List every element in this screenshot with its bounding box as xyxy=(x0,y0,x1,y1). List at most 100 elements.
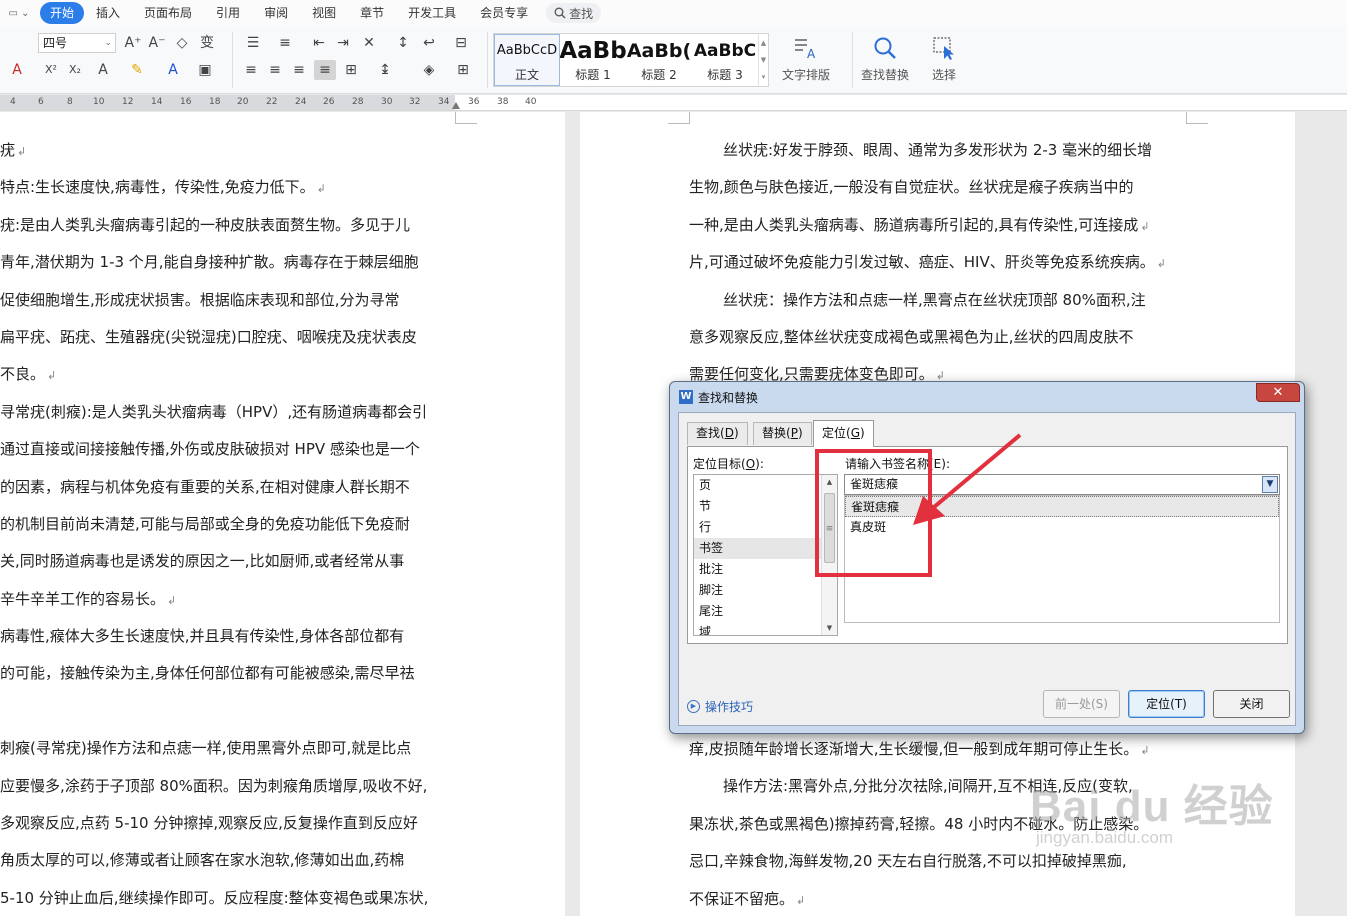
text-line: 应要慢多,涂药于子顶部 80%面积。因为刺瘊角质增厚,吸收不好, xyxy=(0,776,428,795)
tab-review[interactable]: 审阅 xyxy=(252,2,300,24)
strikethrough-icon[interactable]: A xyxy=(6,60,28,80)
style-heading-2[interactable]: AaBb( 标题 2 xyxy=(626,34,692,86)
align-center-icon[interactable]: ≡ xyxy=(264,60,286,80)
style-heading-1[interactable]: AaBb 标题 1 xyxy=(560,34,626,86)
play-circle-icon: ▶ xyxy=(687,700,700,713)
text-line: 丝状疣：操作方法和点痣一样,黑膏点在丝状疣顶部 80%面积,注 xyxy=(723,290,1146,309)
show-marks-icon[interactable]: ↩ xyxy=(418,33,440,53)
text-line: 痒,皮损随年龄增长逐渐增大,生长缓慢,但一般到成年期可停止生长。 ↲ xyxy=(689,740,1150,758)
tips-link[interactable]: ▶ 操作技巧 xyxy=(687,698,753,715)
justify-icon[interactable]: ≡ xyxy=(314,60,336,80)
dialog-titlebar[interactable]: W 查找和替换 ✕ xyxy=(670,382,1304,412)
tab-find[interactable]: 查找(D) xyxy=(687,422,748,445)
distributed-icon[interactable]: ⊞ xyxy=(340,60,362,80)
list-item[interactable]: 尾注 xyxy=(694,601,837,622)
find-replace-button[interactable]: 查找替换 xyxy=(861,34,909,83)
wps-writer-icon: W xyxy=(679,390,693,404)
font-size-select[interactable]: 四号 ⌄ xyxy=(38,33,116,53)
text-line: 丝状疣:好发于脖颈、眼周、通常为多发形状为 2-3 毫米的细长增 xyxy=(723,141,1153,159)
ruler-tick: 38 xyxy=(497,97,509,107)
svg-text:A: A xyxy=(807,47,816,60)
grow-font-icon[interactable]: A⁺ xyxy=(122,33,144,53)
text-line: 的机制目前尚未清楚,可能与局部或全身的免疫功能低下免疫耐 xyxy=(0,514,410,533)
highlight-icon[interactable]: ✎ xyxy=(126,60,148,80)
numbering-icon[interactable]: ≡ xyxy=(274,33,296,53)
list-item[interactable]: 脚注 xyxy=(694,580,837,601)
line-spacing-icon[interactable]: ↨ xyxy=(374,60,396,80)
annotation-arrow-icon xyxy=(913,433,1022,525)
ribbon: 四号 ⌄ A⁺ A⁻ ◇ 变 A X² X₂ A ✎ A ▣ ☰ ≡ ⇤ ⇥ ✕… xyxy=(0,26,1347,94)
decrease-indent-icon[interactable]: ⇤ xyxy=(308,33,330,53)
ruler-tick: 40 xyxy=(525,97,537,107)
text-effect-icon[interactable]: A xyxy=(92,60,114,80)
style-preview: AaBb( xyxy=(626,39,692,62)
tab-page-layout[interactable]: 页面布局 xyxy=(132,2,204,24)
bullets-icon[interactable]: ☰ xyxy=(242,33,264,53)
list-item[interactable]: 域 xyxy=(694,622,837,635)
ruler-tick: 26 xyxy=(323,97,335,107)
scroll-down-icon[interactable]: ▼ xyxy=(822,621,837,635)
ruler-tick: 24 xyxy=(295,97,307,107)
horizontal-ruler[interactable]: 4 6 8 10 12 14 16 18 20 22 24 26 28 30 3… xyxy=(0,95,1347,111)
tab-insert[interactable]: 插入 xyxy=(84,2,132,24)
document-page-left[interactable]: 疣 ↲ 特点:生长速度快,病毒性，传染性,免疫力低下。 ↲ 疣:是由人类乳头瘤病毒引… xyxy=(0,112,565,916)
quick-access-dropdown[interactable]: ▭ ⌄ xyxy=(0,8,38,19)
select-button[interactable]: 选择 xyxy=(929,34,959,83)
chinese-layout-icon[interactable]: ✕ xyxy=(358,33,380,53)
ruler-tick: 30 xyxy=(381,97,393,107)
menu-search-label: 查找 xyxy=(569,6,594,21)
chevron-down-icon: ⌄ xyxy=(104,38,112,48)
text-line: 片,可通过破坏免疫能力引发过敏、癌症、HIV、肝炎等免疫系统疾病。 ↲ xyxy=(689,253,1166,272)
tab-developer[interactable]: 开发工具 xyxy=(396,2,468,24)
styles-scroll[interactable]: ▲ ▼ ▾ xyxy=(758,34,768,86)
goto-target-label: 定位目标(O): xyxy=(693,457,764,471)
char-border-icon[interactable]: ▣ xyxy=(194,60,216,80)
tab-view[interactable]: 视图 xyxy=(300,2,348,24)
text-layout-button[interactable]: A 文字排版 xyxy=(782,34,830,83)
tab-stops-icon[interactable]: ⊟ xyxy=(450,33,472,53)
text-line: 忌口,辛辣食物,海鲜发物,20 天左右自行脱落,不可以扣掉破掉黑痂, xyxy=(689,852,1127,871)
tab-references[interactable]: 引用 xyxy=(204,2,252,24)
style-heading-3[interactable]: AaBbC 标题 3 xyxy=(692,34,758,86)
style-normal[interactable]: AaBbCcD 正文 xyxy=(494,34,560,86)
menu-search[interactable]: 查找 xyxy=(546,3,602,23)
tab-home[interactable]: 开始 xyxy=(40,2,85,24)
margin-corner xyxy=(668,112,690,124)
tab-member[interactable]: 会员专享 xyxy=(468,2,540,24)
ruler-tick: 10 xyxy=(93,97,105,107)
goto-button[interactable]: 定位(T) xyxy=(1128,690,1205,718)
align-right-icon[interactable]: ≡ xyxy=(288,60,310,80)
dialog-close-button[interactable]: ✕ xyxy=(1256,383,1300,402)
borders-icon[interactable]: ⊞ xyxy=(452,60,474,80)
align-left-icon[interactable]: ≡ xyxy=(240,60,262,80)
ribbon-separator xyxy=(487,32,488,88)
font-color-icon[interactable]: A xyxy=(162,60,184,80)
tab-section[interactable]: 章节 xyxy=(348,2,396,24)
phonetic-guide-icon[interactable]: 变 xyxy=(196,33,218,53)
sort-icon[interactable]: ↕ xyxy=(392,33,414,53)
shrink-font-icon[interactable]: A⁻ xyxy=(146,33,168,53)
tab-replace[interactable]: 替换(P) xyxy=(753,422,812,445)
style-name: 标题 1 xyxy=(575,67,611,82)
text-line: 一种,是由人类乳头瘤病毒、肠道病毒所引起的,具有传染性,可连接成 ↲ xyxy=(689,215,1150,234)
text-line: 关,同时肠道病毒也是诱发的原因之一,比如厨师,或者经常从事 xyxy=(0,552,405,571)
baidu-watermark: Bai du 经验 jingyan.baidu.com xyxy=(1030,770,1274,848)
text-line: 通过直接或间接接触传播,外伤或皮肤破损对 HPV 感染也是一个 xyxy=(0,440,420,459)
ruler-tick: 20 xyxy=(237,97,249,107)
clear-format-icon[interactable]: ◇ xyxy=(171,33,193,53)
increase-indent-icon[interactable]: ⇥ xyxy=(332,33,354,53)
ruler-tick: 32 xyxy=(409,97,421,107)
text-line: 疣:是由人类乳头瘤病毒引起的一种皮肤表面赘生物。多见于儿 xyxy=(0,215,411,234)
ruler-tick: 4 xyxy=(10,97,16,107)
margin-corner xyxy=(455,112,477,124)
indent-marker[interactable] xyxy=(452,102,460,109)
subscript-icon[interactable]: X₂ xyxy=(64,60,86,80)
ruler-tick: 12 xyxy=(122,97,134,107)
shading-icon[interactable]: ◈ xyxy=(418,60,440,80)
chevron-down-icon[interactable]: ▼ xyxy=(1262,476,1278,493)
close-button[interactable]: 关闭 xyxy=(1213,690,1290,718)
tab-goto[interactable]: 定位(G) xyxy=(813,420,874,447)
superscript-icon[interactable]: X² xyxy=(40,60,62,80)
text-line: 角质太厚的可以,修薄或者让顾客在家水泡软,修薄如出血,药棉 xyxy=(0,851,405,870)
prev-button[interactable]: 前一处(S) xyxy=(1043,690,1120,718)
